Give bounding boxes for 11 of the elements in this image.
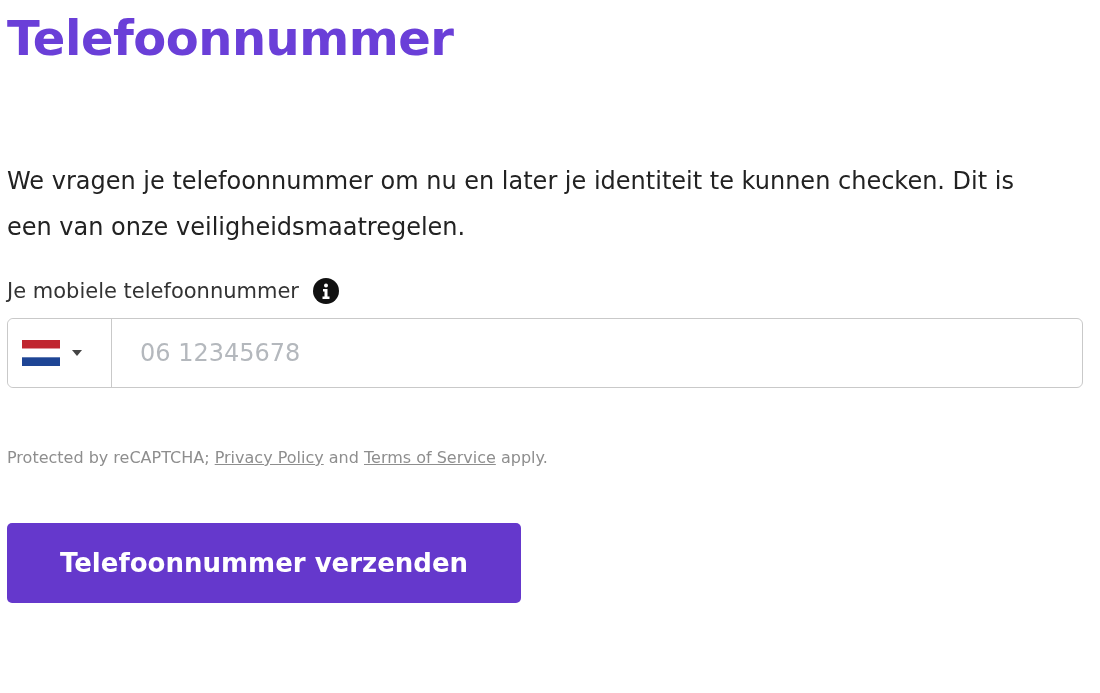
intro-text: We vragen je telefoonnummer om nu en later je identiteit te kunnen checken. Dit is een van onze veiligheidsmaatregelen. bbox=[7, 166, 1015, 243]
field-label: Je mobiele telefoonnummer bbox=[7, 279, 299, 303]
flag-icon bbox=[22, 340, 60, 366]
caret-icon bbox=[72, 350, 82, 356]
recaptcha-notice: Protected by reCAPTCHA; Privacy Policy and Terms of Service apply. bbox=[7, 448, 548, 467]
submit-button[interactable]: Telefoonnummer verzenden bbox=[7, 523, 521, 603]
policy-link[interactable]: Terms of Service bbox=[364, 448, 496, 467]
country-select[interactable] bbox=[8, 319, 112, 387]
info-icon[interactable] bbox=[313, 278, 339, 304]
policy-link[interactable]: Privacy Policy bbox=[214, 448, 324, 467]
page-title: Telefoonnummer bbox=[7, 9, 454, 68]
